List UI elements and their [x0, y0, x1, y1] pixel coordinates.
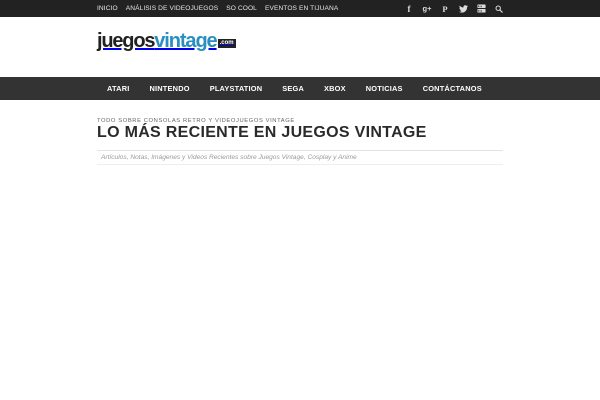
page-title: LO MÁS RECIENTE EN JUEGOS VINTAGE [97, 124, 427, 141]
site-header: juegos vintage .com [0, 17, 600, 77]
twitter-icon[interactable] [454, 4, 472, 13]
top-nav: INICIO ANÁLISIS DE VIDEOJUEGOS SO COOL E… [97, 0, 346, 17]
main-nav-sega[interactable]: SEGA [272, 84, 314, 93]
main-nav-atari[interactable]: ATARI [97, 84, 139, 93]
youtube-icon[interactable] [472, 4, 490, 13]
title-divider [97, 150, 503, 151]
site-logo[interactable]: juegos vintage .com [97, 29, 236, 51]
google-plus-icon[interactable]: g+ [418, 4, 436, 13]
top-nav-eventos[interactable]: EVENTOS EN TIJUANA [265, 5, 338, 12]
main-nav-playstation[interactable]: PLAYSTATION [200, 84, 273, 93]
top-nav-inicio[interactable]: INICIO [97, 5, 118, 12]
main-nav: ATARI NINTENDO PLAYSTATION SEGA XBOX NOT… [97, 77, 503, 100]
top-bar: INICIO ANÁLISIS DE VIDEOJUEGOS SO COOL E… [0, 0, 600, 17]
main-nav-nintendo[interactable]: NINTENDO [139, 84, 199, 93]
pinterest-icon[interactable]: P [436, 4, 454, 14]
search-icon[interactable] [490, 5, 508, 13]
logo-word-juegos: juegos [97, 30, 155, 52]
main-nav-noticias[interactable]: NOTICIAS [356, 84, 413, 93]
main-nav-contactanos[interactable]: CONTÁCTANOS [413, 84, 492, 93]
top-nav-analisis[interactable]: ANÁLISIS DE VIDEOJUEGOS [126, 5, 218, 12]
main-nav-xbox[interactable]: XBOX [314, 84, 356, 93]
top-nav-so-cool[interactable]: SO COOL [226, 5, 257, 12]
main-nav-bar: ATARI NINTENDO PLAYSTATION SEGA XBOX NOT… [0, 77, 600, 100]
logo-word-vintage: vintage [154, 30, 217, 52]
subtitle-divider [97, 164, 503, 165]
logo-tld-badge: .com [217, 39, 236, 48]
facebook-icon[interactable]: f [400, 4, 418, 14]
page-subtitle: Artículos, Notas, Imágenes y Videos Reci… [101, 154, 357, 161]
social-links: f g+ P [400, 0, 508, 17]
